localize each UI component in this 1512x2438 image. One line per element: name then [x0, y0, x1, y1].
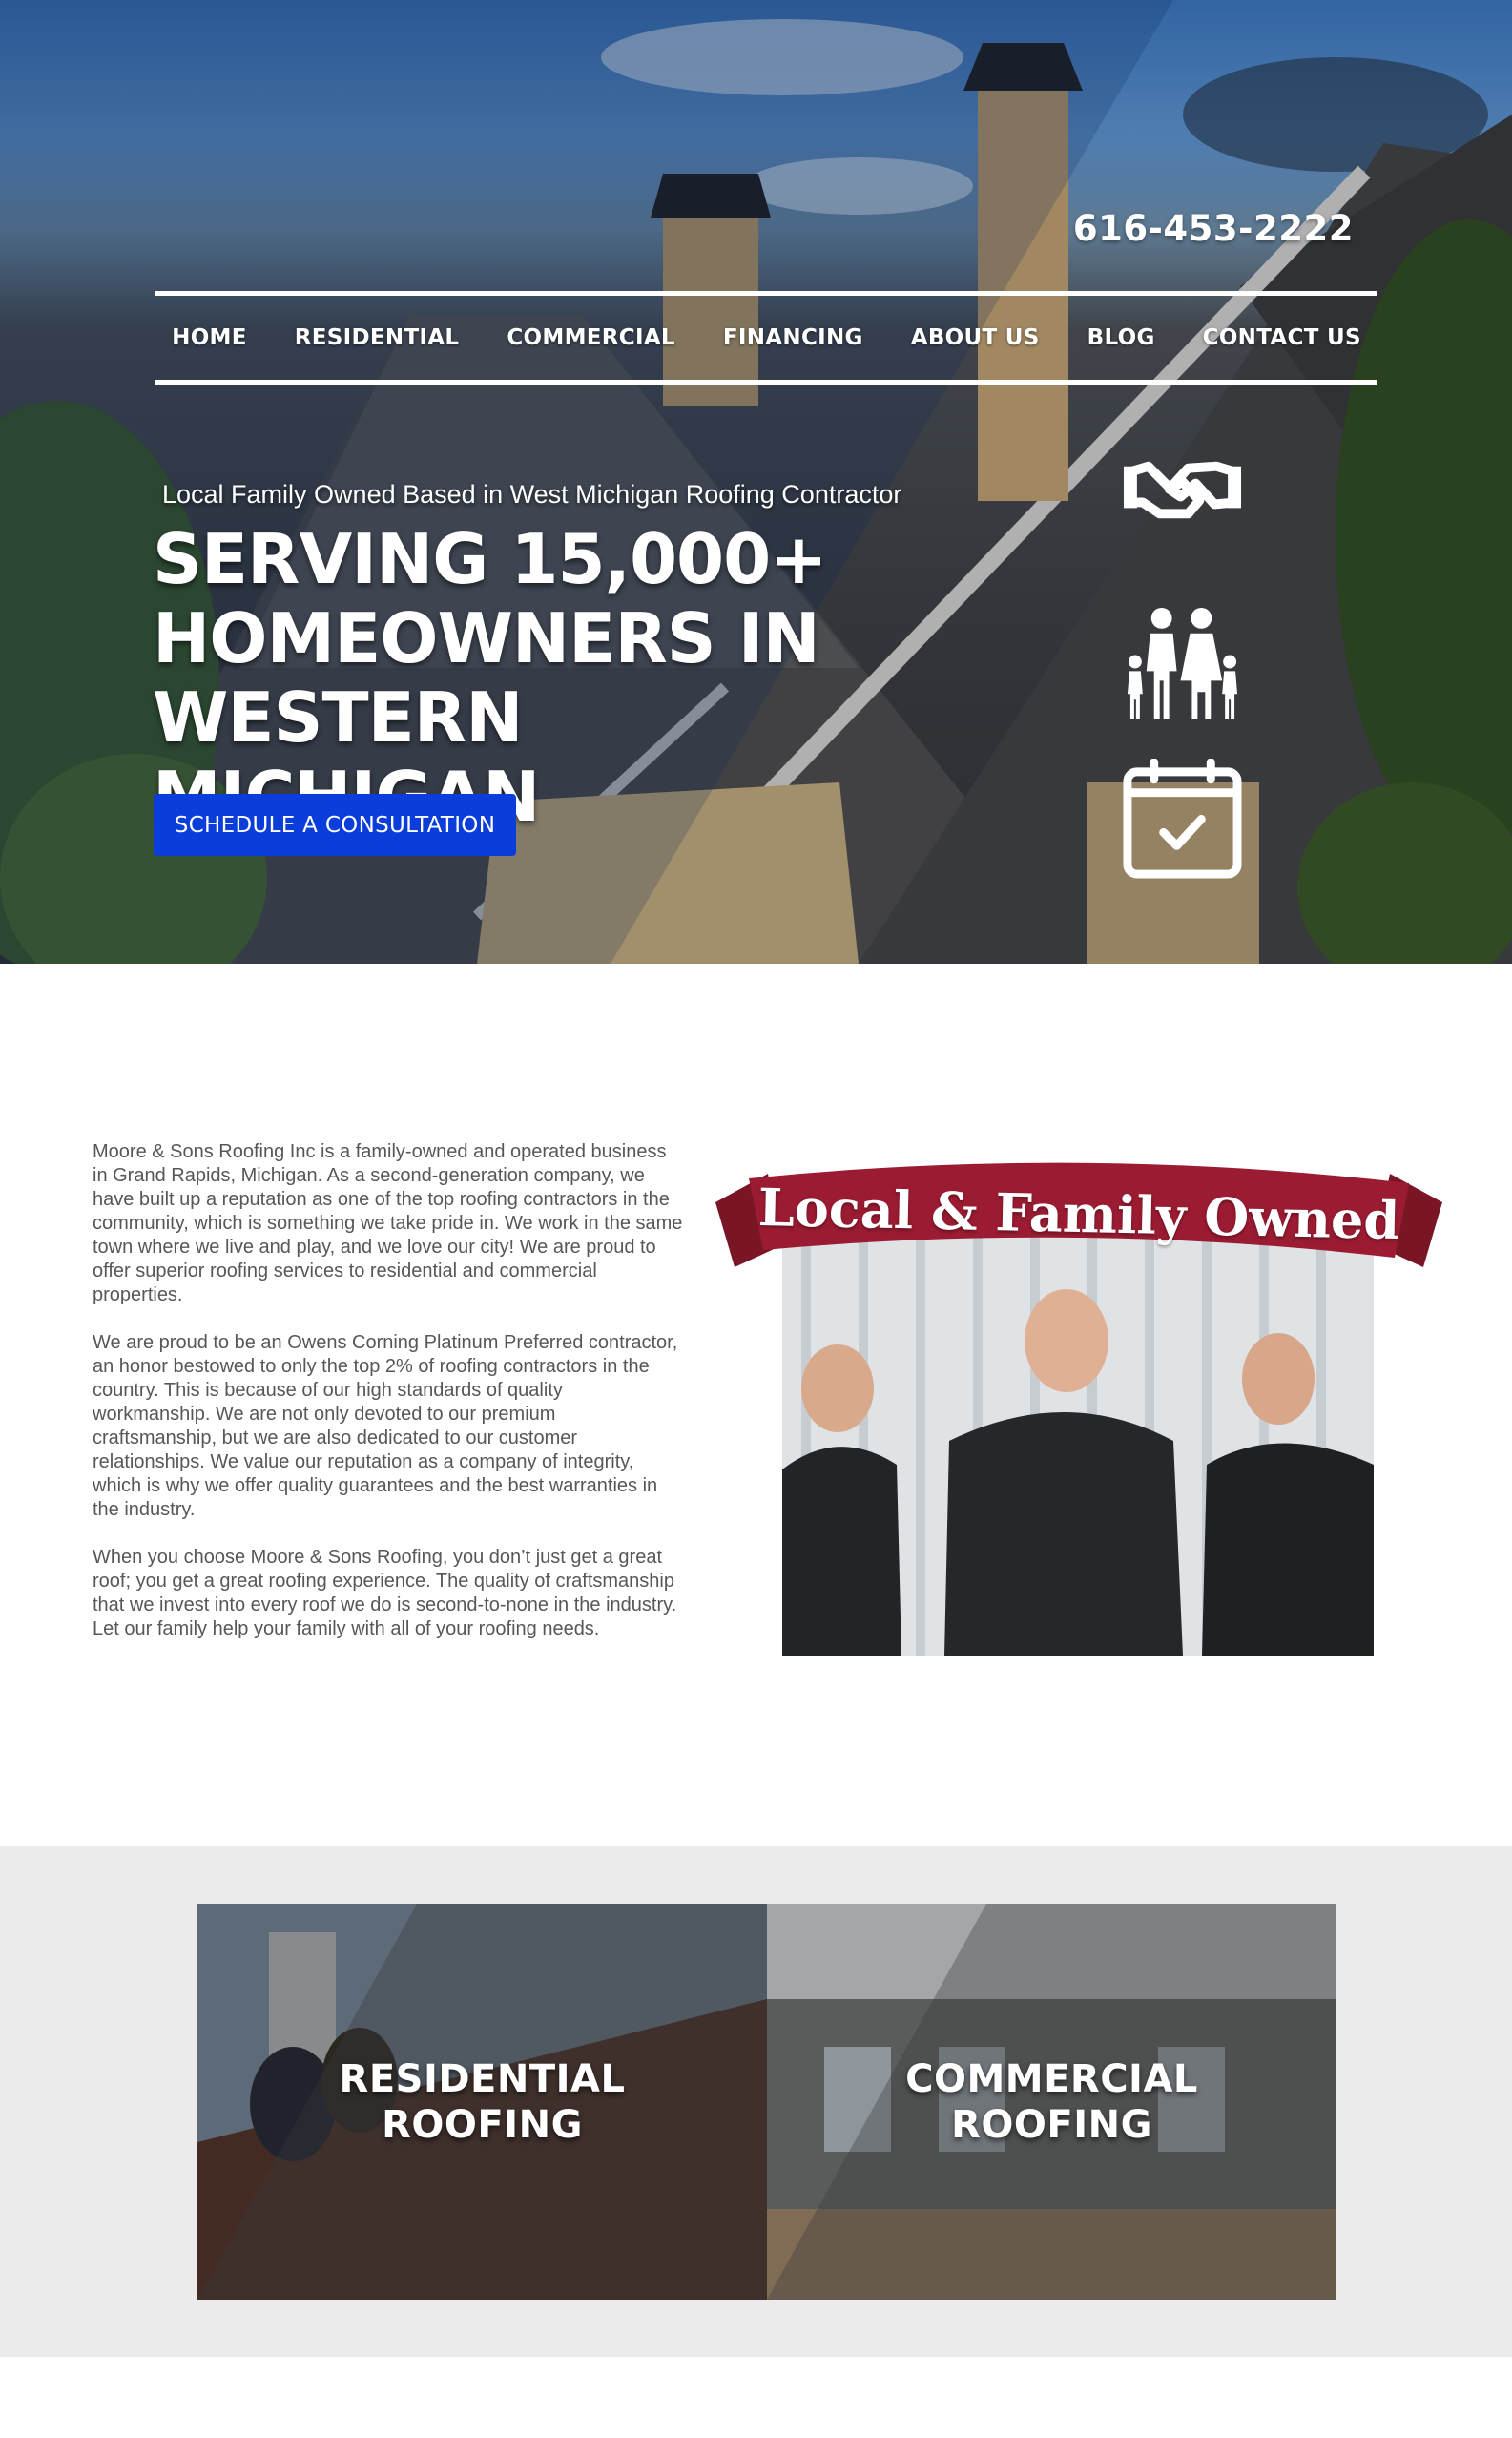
residential-roofing-title: RESIDENTIAL ROOFING — [339, 2056, 626, 2147]
residential-roofing-card[interactable]: RESIDENTIAL ROOFING — [197, 1904, 767, 2300]
nav-commercial[interactable]: COMMERCIAL — [507, 325, 675, 350]
commercial-roofing-title: COMMERCIAL ROOFING — [905, 2056, 1198, 2147]
family-icon — [1127, 607, 1238, 719]
hero-tagline: Local Family Owned Based in West Michiga… — [162, 480, 902, 509]
commercial-roofing-card[interactable]: COMMERCIAL ROOFING — [767, 1904, 1336, 2300]
about-paragraph-1: Moore & Sons Roofing Inc is a family-own… — [93, 1141, 683, 1305]
nav-contact-us[interactable]: CONTACT US — [1203, 325, 1361, 350]
phone-number[interactable]: 616-453-2222 — [1073, 208, 1354, 249]
nav-residential[interactable]: RESIDENTIAL — [295, 325, 460, 350]
handshake-icon — [1123, 461, 1242, 519]
nav-blog[interactable]: BLOG — [1087, 325, 1155, 350]
hero-headline: SERVING 15,000+ HOMEOWNERS IN WESTERN MI… — [153, 519, 828, 837]
nav-home[interactable]: HOME — [172, 325, 247, 350]
services-section: RESIDENTIAL ROOFING COMMERCIAL ROOFING — [0, 1846, 1512, 2357]
calendar-check-icon — [1123, 759, 1242, 879]
nav-financing[interactable]: FINANCING — [723, 325, 863, 350]
about-paragraph-3: When you choose Moore & Sons Roofing, yo… — [93, 1547, 677, 1639]
schedule-consultation-button[interactable]: SCHEDULE A CONSULTATION — [154, 794, 516, 856]
about-text: Moore & Sons Roofing Inc is a family-own… — [93, 1140, 684, 1665]
about-section: Moore & Sons Roofing Inc is a family-own… — [0, 964, 1512, 1846]
main-nav: HOME RESIDENTIAL COMMERCIAL FINANCING AB… — [155, 291, 1377, 385]
about-paragraph-2: We are proud to be an Owens Corning Plat… — [93, 1332, 678, 1520]
family-owners-photo: Local & Family Owned — [715, 1155, 1442, 1656]
nav-about-us[interactable]: ABOUT US — [911, 325, 1040, 350]
hero-section: 616-453-2222 HOME RESIDENTIAL COMMERCIAL… — [0, 0, 1512, 964]
page: 616-453-2222 HOME RESIDENTIAL COMMERCIAL… — [0, 0, 1512, 2438]
